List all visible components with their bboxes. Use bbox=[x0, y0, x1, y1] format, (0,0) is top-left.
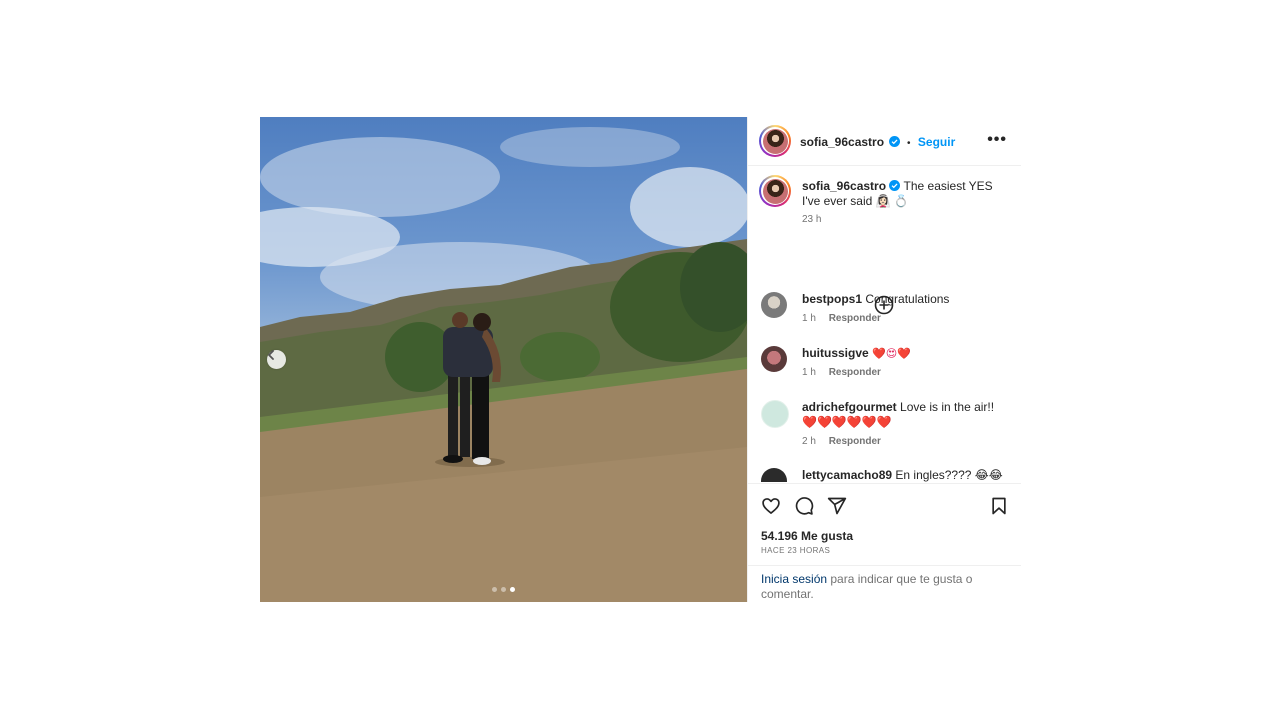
comment-meta: 2 h Responder bbox=[802, 436, 891, 447]
comment-item: lettycamacho89 En ingles???? 😂😂 bbox=[802, 468, 1007, 482]
reply-button[interactable]: Responder bbox=[829, 313, 881, 324]
post-photo[interactable] bbox=[260, 117, 747, 602]
comment-avatar[interactable] bbox=[761, 468, 787, 482]
comment-time: 1 h bbox=[802, 313, 816, 324]
comment-item: huitussigve ❤️😍❤️ bbox=[802, 346, 1007, 361]
instagram-post: sofia_96castro • Seguir ••• sofia_96cast… bbox=[260, 117, 1021, 602]
follow-button[interactable]: Seguir bbox=[918, 135, 955, 149]
comments-section[interactable]: sofia_96castro The easiest YES I've ever… bbox=[748, 166, 1021, 482]
reply-button[interactable]: Responder bbox=[829, 436, 881, 447]
caption-username[interactable]: sofia_96castro bbox=[802, 179, 886, 193]
comment-meta: 1 h Responder bbox=[802, 313, 891, 324]
more-options-button[interactable]: ••• bbox=[987, 131, 1007, 149]
login-link[interactable]: Inicia sesión bbox=[761, 572, 827, 586]
comment-text: En ingles???? 😂😂 bbox=[895, 468, 1003, 482]
comment-item: adrichefgourmet Love is in the air!!❤️❤️… bbox=[802, 400, 1007, 430]
carousel-dot bbox=[492, 587, 497, 592]
comment-username[interactable]: bestpops1 bbox=[802, 292, 862, 306]
caption-timestamp: 23 h bbox=[802, 214, 822, 225]
comment-avatar[interactable] bbox=[761, 400, 789, 428]
actions-bar: 54.196 Me gusta HACE 23 HORAS Inicia ses… bbox=[748, 483, 1021, 604]
chevron-left-icon bbox=[268, 350, 274, 360]
caption-avatar[interactable] bbox=[759, 175, 791, 207]
reply-button[interactable]: Responder bbox=[829, 367, 881, 378]
verified-badge-icon bbox=[889, 180, 901, 191]
comment-time: 1 h bbox=[802, 367, 816, 378]
author-avatar[interactable] bbox=[759, 125, 791, 157]
comment-username[interactable]: adrichefgourmet bbox=[802, 400, 897, 414]
comment-time: 2 h bbox=[802, 436, 816, 447]
carousel-dot bbox=[501, 587, 506, 592]
separator-dot: • bbox=[906, 138, 911, 149]
share-icon[interactable] bbox=[827, 496, 847, 516]
bookmark-icon[interactable] bbox=[989, 496, 1009, 516]
likes-count[interactable]: 54.196 Me gusta bbox=[761, 529, 853, 543]
comment-username[interactable]: lettycamacho89 bbox=[802, 468, 892, 482]
carousel-dot-active bbox=[510, 587, 515, 592]
post-header: sofia_96castro • Seguir ••• bbox=[748, 117, 1021, 166]
comment-avatar[interactable] bbox=[761, 292, 787, 318]
comment-meta: 1 h Responder bbox=[802, 367, 891, 378]
photo-scene bbox=[260, 127, 747, 602]
caption: sofia_96castro The easiest YES I've ever… bbox=[802, 179, 1007, 209]
comment-item: bestpops1 Congratulations bbox=[802, 292, 1007, 307]
comment-text: ❤️😍❤️ bbox=[872, 347, 911, 360]
author-username[interactable]: sofia_96castro bbox=[800, 135, 884, 149]
carousel-prev-button[interactable] bbox=[267, 350, 286, 369]
comment-username[interactable]: huitussigve bbox=[802, 346, 869, 360]
verified-badge-icon bbox=[888, 136, 900, 147]
login-prompt: Inicia sesión para indicar que te gusta … bbox=[748, 565, 1021, 602]
comment-text: Congratulations bbox=[865, 292, 950, 306]
carousel-indicator bbox=[492, 587, 515, 592]
post-side-panel: sofia_96castro • Seguir ••• sofia_96cast… bbox=[747, 117, 1021, 602]
comment-avatar[interactable] bbox=[761, 346, 787, 372]
post-timestamp: HACE 23 HORAS bbox=[761, 546, 831, 555]
comment-icon[interactable] bbox=[794, 496, 814, 516]
heart-icon[interactable] bbox=[761, 496, 781, 516]
caption-time: 23 h bbox=[802, 214, 831, 225]
